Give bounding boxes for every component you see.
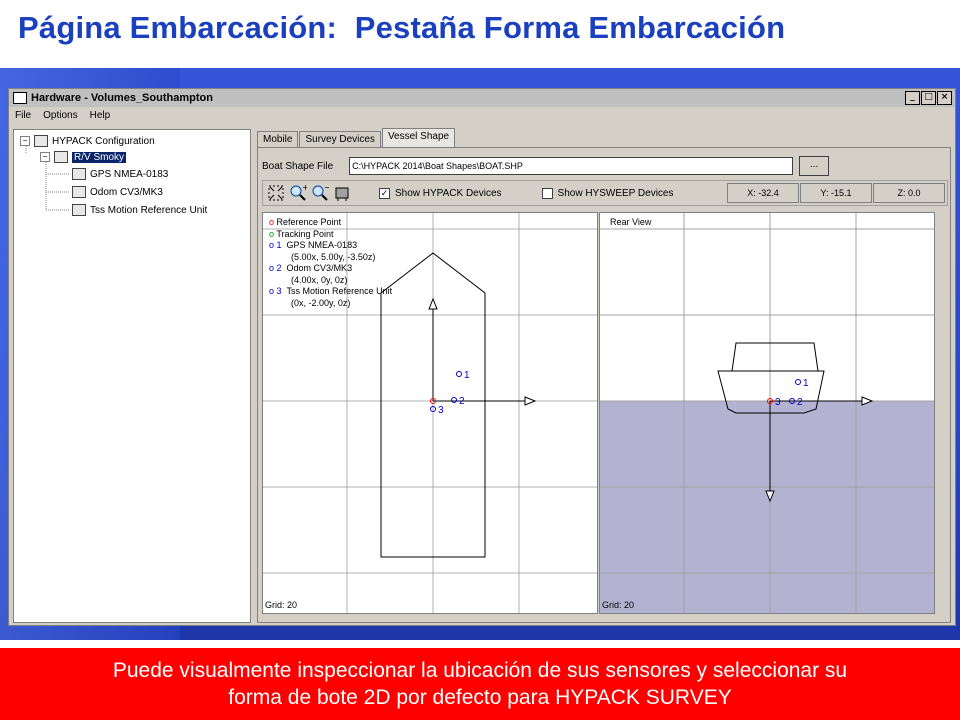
checkbox-box[interactable] [541, 187, 553, 199]
device-2-label: 2 [797, 397, 803, 408]
zoom-out-icon[interactable]: − [311, 184, 329, 202]
device-1-marker [456, 371, 462, 377]
boat-cabin-rear [731, 342, 819, 372]
browse-button[interactable]: ... [799, 156, 830, 176]
device-1-label: 1 [803, 378, 809, 389]
configuration-tree[interactable]: − HYPACK Configuration − R/V Smoky GPS N… [13, 129, 251, 623]
tree-root-label: HYPACK Configuration [52, 135, 155, 147]
boat-shape-file-input[interactable]: C:\HYPACK 2014\Boat Shapes\BOAT.SHP [349, 157, 794, 175]
legend-device-3-offset: (0x, -2.00y, 0z) [291, 297, 351, 308]
tree-device-gps[interactable]: GPS NMEA-0183 [72, 168, 168, 180]
tab-survey-devices[interactable]: Survey Devices [299, 131, 381, 147]
app-icon [13, 92, 27, 104]
window-titlebar[interactable]: Hardware - Volumes_Southampton _ □ × [9, 89, 955, 107]
tree-vessel[interactable]: − R/V Smoky [40, 151, 127, 163]
device-icon [72, 186, 86, 198]
hardware-window: Hardware - Volumes_Southampton _ □ × Fil… [8, 88, 956, 626]
menu-help[interactable]: Help [90, 110, 111, 121]
menu-file[interactable]: File [15, 110, 31, 121]
view-toolbar: + − ✓ Show HYPACK Devices Show HYSWEEP D… [262, 180, 948, 206]
close-button[interactable]: × [937, 91, 952, 105]
legend-device-3: Tss Motion Reference Unit [286, 286, 393, 296]
legend-device-1-offset: (5.00x, 5.00y, -3.50z) [291, 251, 376, 262]
tree-device-label: Tss Motion Reference Unit [90, 204, 208, 216]
collapse-icon[interactable]: − [40, 152, 50, 162]
checkbox-box[interactable]: ✓ [379, 187, 390, 199]
show-hysweep-devices-label: Show HYSWEEP Devices [557, 187, 674, 199]
device-2-label: 2 [459, 396, 465, 407]
tree-device-tss[interactable]: Tss Motion Reference Unit [72, 204, 207, 216]
show-hypack-devices-label: Show HYPACK Devices [395, 187, 502, 199]
slide-title: Página Embarcación: Pestaña Forma Embarc… [18, 10, 786, 45]
maximize-button[interactable]: □ [921, 91, 936, 105]
menu-options[interactable]: Options [43, 110, 77, 121]
caption-line-1: Puede visualmente inspeccionar la ubicac… [112, 659, 848, 682]
water-area [600, 401, 934, 613]
minimize-button[interactable]: _ [905, 91, 920, 105]
window-title: Hardware - Volumes_Southampton [31, 92, 213, 104]
collapse-icon[interactable]: − [20, 136, 30, 146]
svg-text:−: − [324, 184, 329, 192]
device-1-marker [795, 379, 801, 385]
device-icon [72, 204, 86, 216]
device-3-label: 3 [438, 405, 444, 416]
device-legend: o Reference Point o Tracking Point o 1 G… [269, 217, 393, 308]
svg-text:+: + [302, 184, 307, 192]
zoom-in-icon[interactable]: + [289, 184, 307, 202]
legend-device-1: GPS NMEA-0183 [286, 240, 358, 250]
tab-mobile[interactable]: Mobile [257, 131, 299, 147]
tree-root[interactable]: − HYPACK Configuration [20, 135, 155, 147]
caption-line-2: forma de bote 2D por defecto para HYPACK… [228, 686, 732, 709]
top-view-grid-label: Grid: 20 [265, 600, 298, 610]
pan-icon[interactable] [333, 184, 351, 202]
zoom-extents-icon[interactable] [267, 184, 285, 202]
rear-view-title: Rear View [610, 217, 652, 227]
legend-device-2-offset: (4.00x, 0y, 0z) [291, 274, 348, 285]
legend-tracking-point: Tracking Point [276, 228, 334, 239]
show-hypack-devices-checkbox[interactable]: ✓ Show HYPACK Devices [379, 187, 502, 199]
tab-strip: Mobile Survey Devices Vessel Shape [257, 128, 456, 147]
device-2-marker [451, 397, 457, 403]
coord-z-readout: Z: 0.0 [873, 183, 945, 203]
caption-banner: Puede visualmente inspeccionar la ubicac… [0, 648, 960, 720]
show-hysweep-devices-checkbox[interactable]: Show HYSWEEP Devices [541, 187, 674, 199]
rear-view-drawing: 1 2 3 [600, 213, 934, 613]
device-icon [72, 168, 86, 180]
device-3-label: 3 [775, 397, 781, 408]
legend-reference-point: Reference Point [276, 217, 342, 227]
tree-device-label: Odom CV3/MK3 [90, 186, 163, 198]
tree-device-odom[interactable]: Odom CV3/MK3 [72, 186, 163, 198]
tree-device-label: GPS NMEA-0183 [90, 168, 169, 180]
vessel-shape-panel: Boat Shape File C:\HYPACK 2014\Boat Shap… [257, 147, 951, 623]
coord-x-readout: X: -32.4 [727, 183, 799, 203]
tab-vessel-shape[interactable]: Vessel Shape [381, 128, 456, 147]
vessel-icon [54, 151, 68, 163]
rear-view-grid-label: Grid: 20 [602, 600, 635, 610]
legend-device-2: Odom CV3/MK3 [286, 263, 353, 273]
menu-bar: File Options Help [9, 107, 955, 123]
boat-shape-file-label: Boat Shape File [262, 160, 334, 172]
configuration-icon [34, 135, 48, 147]
coord-y-readout: Y: -15.1 [800, 183, 872, 203]
rear-view-canvas[interactable]: 1 2 3 Rear View Grid: 20 [599, 212, 935, 614]
top-view-canvas[interactable]: 1 2 3 o Reference Point o Tracking Point… [262, 212, 598, 614]
device-1-label: 1 [464, 370, 470, 381]
tree-vessel-label: R/V Smoky [72, 151, 127, 163]
